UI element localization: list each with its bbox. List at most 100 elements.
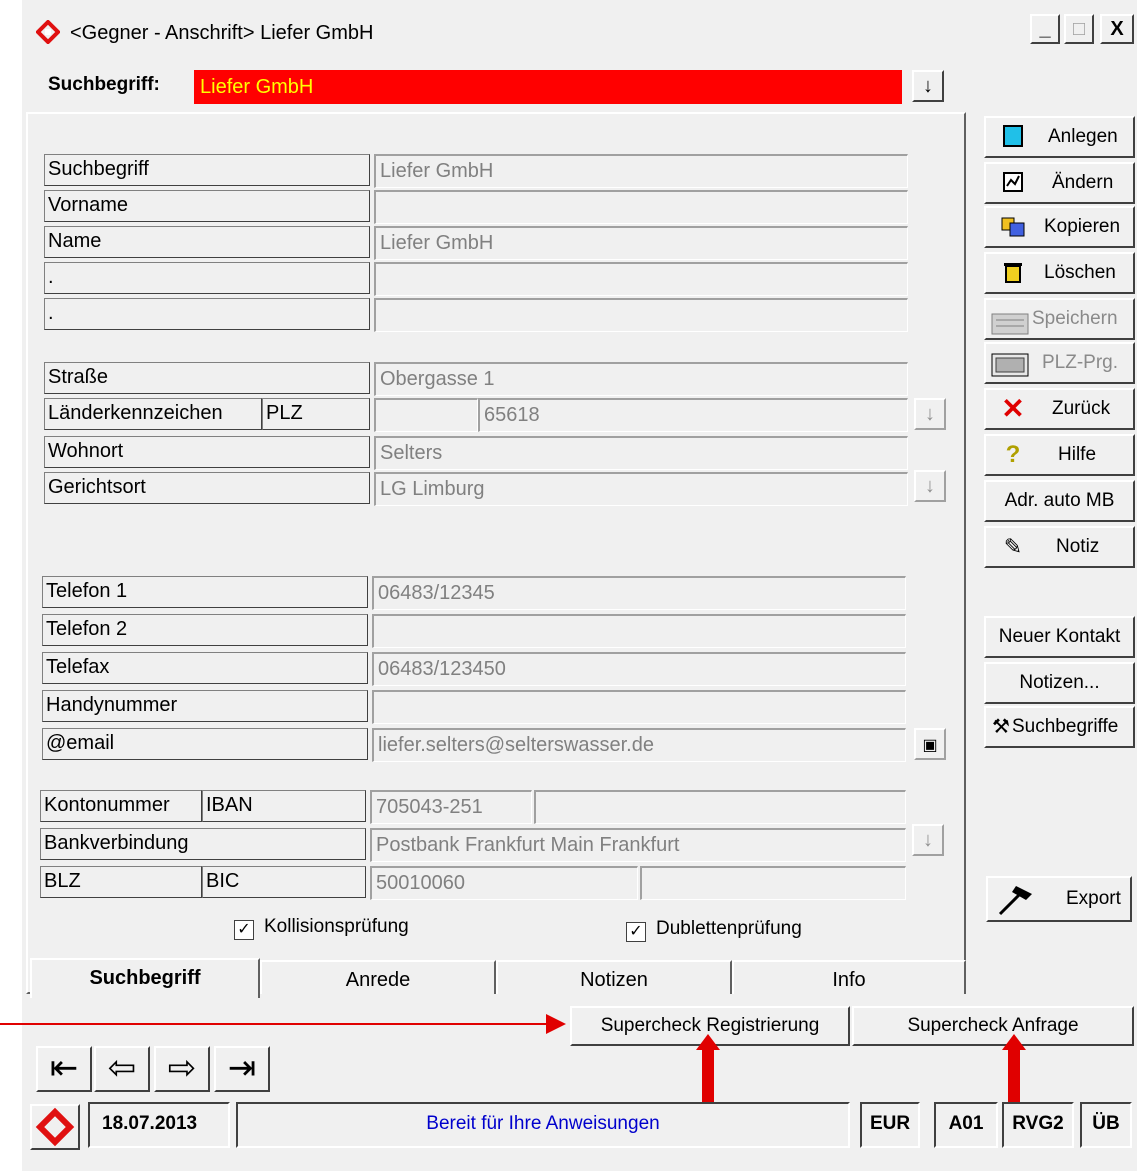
copy-icon xyxy=(1000,214,1026,240)
plz-field[interactable]: 65618 xyxy=(478,398,908,432)
arrow-down-icon: ↓ xyxy=(923,75,933,97)
name-field[interactable]: Liefer GmbH xyxy=(374,226,908,260)
label-telefon-2: Telefon 2 xyxy=(42,614,368,646)
blz-field[interactable]: 50010060 xyxy=(370,866,638,900)
gerichtsort-field[interactable]: LG Limburg xyxy=(374,472,908,506)
laenderkennzeichen-field[interactable] xyxy=(374,398,478,432)
suchbegriffe-label: Suchbegriffe xyxy=(1012,716,1119,737)
adr-auto-mb-button[interactable]: Adr. auto MB xyxy=(984,480,1135,522)
vorname-field[interactable] xyxy=(374,190,908,224)
status-logo-icon xyxy=(30,1104,80,1150)
hammer-icon xyxy=(996,882,1036,916)
label-name: Name xyxy=(44,226,370,258)
kopieren-label: Kopieren xyxy=(1044,216,1121,237)
plz-prg-button[interactable]: PLZ-Prg. xyxy=(984,342,1135,384)
tab-info[interactable]: Info xyxy=(732,960,966,994)
status-ub: ÜB xyxy=(1080,1102,1132,1148)
gerichtsort-dropdown-button[interactable]: ↓ xyxy=(914,470,946,502)
anlegen-label: Anlegen xyxy=(1048,126,1118,147)
loeschen-button[interactable]: Löschen xyxy=(984,252,1135,294)
notiz-button[interactable]: ✎ Notiz xyxy=(984,526,1135,568)
label-wohnort: Wohnort xyxy=(44,436,370,468)
maximize-button[interactable]: □ xyxy=(1064,14,1094,44)
email-send-button[interactable]: ▣ xyxy=(914,728,946,760)
last-record-button[interactable]: ⇥ xyxy=(214,1046,270,1092)
previous-record-button[interactable]: ⇦ xyxy=(94,1046,150,1092)
kollisionspruefung-label: Kollisionsprüfung xyxy=(264,916,409,937)
status-date: 18.07.2013 xyxy=(88,1102,230,1148)
label-iban: IBAN xyxy=(202,790,366,822)
suchbegriffe-button[interactable]: ⚒ Suchbegriffe xyxy=(984,706,1135,748)
telefon-1-field[interactable]: 06483/12345 xyxy=(372,576,906,610)
tab-suchbegriff[interactable]: Suchbegriff xyxy=(30,958,260,998)
tab-notizen[interactable]: Notizen xyxy=(496,960,732,994)
checkmark-icon: ✓ xyxy=(626,922,646,942)
handynummer-field[interactable] xyxy=(372,690,906,724)
search-label: Suchbegriff: xyxy=(48,74,160,95)
search-dropdown-button[interactable]: ↓ xyxy=(912,70,944,102)
strasse-field[interactable]: Obergasse 1 xyxy=(374,362,908,396)
label-laenderkennzeichen: Länderkennzeichen xyxy=(44,398,262,430)
aendern-button[interactable]: Ändern xyxy=(984,162,1135,204)
label-email: @email xyxy=(42,728,368,760)
mail-icon: ▣ xyxy=(922,737,938,754)
tab-anrede[interactable]: Anrede xyxy=(260,960,496,994)
arrow-down-icon: ↓ xyxy=(925,403,935,425)
status-rvg: RVG2 xyxy=(1002,1102,1074,1148)
arrow-right-icon: ⇨ xyxy=(167,1049,197,1087)
annotation-arrow-stem xyxy=(702,1048,714,1108)
export-button[interactable]: Export xyxy=(986,876,1132,922)
speichern-button[interactable]: Speichern xyxy=(984,298,1135,340)
extra-field-1[interactable] xyxy=(374,262,908,296)
extra-field-2[interactable] xyxy=(374,298,908,332)
next-record-button[interactable]: ⇨ xyxy=(154,1046,210,1092)
bankverbindung-field[interactable]: Postbank Frankfurt Main Frankfurt xyxy=(370,828,906,862)
bic-field[interactable] xyxy=(640,866,906,900)
checkmark-icon: ✓ xyxy=(234,920,254,940)
anlegen-button[interactable]: Anlegen xyxy=(984,116,1135,158)
bankverbindung-dropdown-button[interactable]: ↓ xyxy=(912,824,944,856)
supercheck-anfrage-button[interactable]: Supercheck Anfrage xyxy=(852,1006,1134,1046)
dublettenpruefung-checkbox[interactable]: ✓ Dublettenprüfung xyxy=(626,918,802,942)
note-icon: ✎ xyxy=(1003,534,1023,559)
zurueck-button[interactable]: ✕ Zurück xyxy=(984,388,1135,430)
label-bankverbindung: Bankverbindung xyxy=(40,828,366,860)
telefon-2-field[interactable] xyxy=(372,614,906,648)
kontonummer-field[interactable]: 705043-251 xyxy=(370,790,532,824)
plz-dropdown-button[interactable]: ↓ xyxy=(914,398,946,430)
status-currency: EUR xyxy=(860,1102,920,1148)
loeschen-label: Löschen xyxy=(1044,262,1116,283)
suchbegriff-field[interactable]: Liefer GmbH xyxy=(374,154,908,188)
aendern-label: Ändern xyxy=(1052,172,1114,193)
keyboard-icon xyxy=(990,350,1030,377)
label-suchbegriff: Suchbegriff xyxy=(44,154,370,186)
iban-field[interactable] xyxy=(534,790,906,824)
wohnort-field[interactable]: Selters xyxy=(374,436,908,470)
neuer-kontakt-button[interactable]: Neuer Kontakt xyxy=(984,616,1135,658)
label-blz: BLZ xyxy=(40,866,202,898)
export-label: Export xyxy=(1066,888,1121,909)
kollisionspruefung-checkbox[interactable]: ✓ Kollisionsprüfung xyxy=(234,916,409,940)
zurueck-label: Zurück xyxy=(1052,398,1111,419)
minimize-button[interactable]: _ xyxy=(1030,14,1060,44)
email-field[interactable]: liefer.selters@selterswasser.de xyxy=(372,728,906,762)
hilfe-label: Hilfe xyxy=(1058,444,1097,465)
annotation-arrow-head-icon xyxy=(546,1014,566,1034)
arrow-left-icon: ⇦ xyxy=(107,1049,137,1087)
notizen-button[interactable]: Notizen... xyxy=(984,662,1135,704)
kopieren-button[interactable]: Kopieren xyxy=(984,206,1135,248)
arrow-last-icon: ⇥ xyxy=(227,1049,257,1087)
arrow-down-icon: ↓ xyxy=(925,475,935,497)
window-title: <Gegner - Anschrift> Liefer GmbH xyxy=(70,22,374,44)
arrow-first-icon: ⇤ xyxy=(49,1049,79,1087)
telefax-field[interactable]: 06483/123450 xyxy=(372,652,906,686)
label-vorname: Vorname xyxy=(44,190,370,222)
first-record-button[interactable]: ⇤ xyxy=(36,1046,92,1092)
search-input[interactable]: Liefer GmbH xyxy=(194,70,902,104)
label-extra-1: . xyxy=(44,262,370,294)
hilfe-button[interactable]: ? Hilfe xyxy=(984,434,1135,476)
plz-prg-label: PLZ-Prg. xyxy=(1042,352,1119,373)
notiz-label: Notiz xyxy=(1056,536,1100,557)
dublettenpruefung-label: Dublettenprüfung xyxy=(656,918,802,939)
close-button[interactable]: X xyxy=(1100,14,1134,44)
